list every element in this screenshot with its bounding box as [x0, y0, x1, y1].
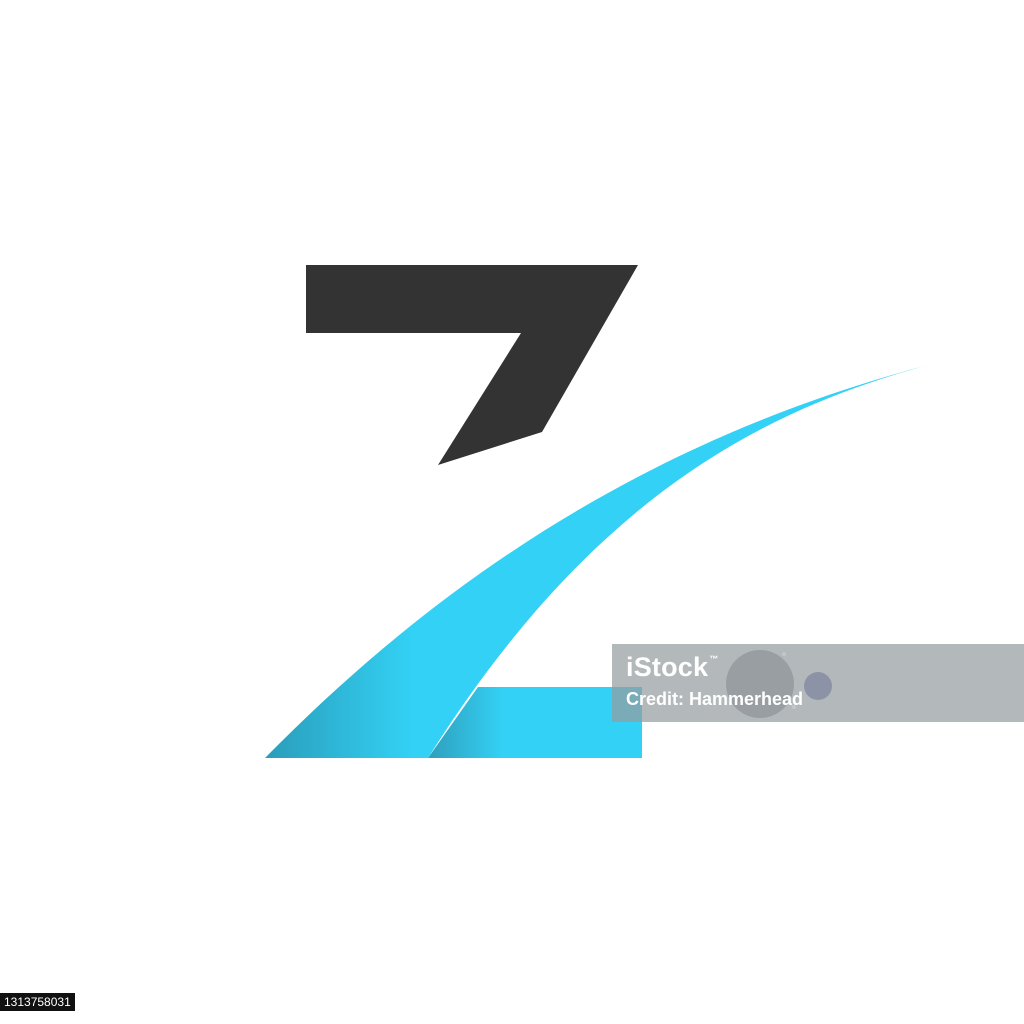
- watermark-brand: iStock™: [626, 652, 718, 683]
- z-top-stroke: [306, 265, 638, 465]
- z-letter-logo: [265, 265, 932, 758]
- image-id-label: 1313758031: [0, 993, 75, 1011]
- stock-watermark: iStock™ Credit: Hammerhead: [612, 644, 1024, 722]
- watermark-credit: Credit: Hammerhead: [626, 689, 804, 709]
- image-canvas: iStock™ Credit: Hammerhead 1313758031: [0, 0, 1024, 1024]
- trademark-symbol: ™: [709, 654, 719, 664]
- watermark-brand-text: iStock: [626, 652, 709, 682]
